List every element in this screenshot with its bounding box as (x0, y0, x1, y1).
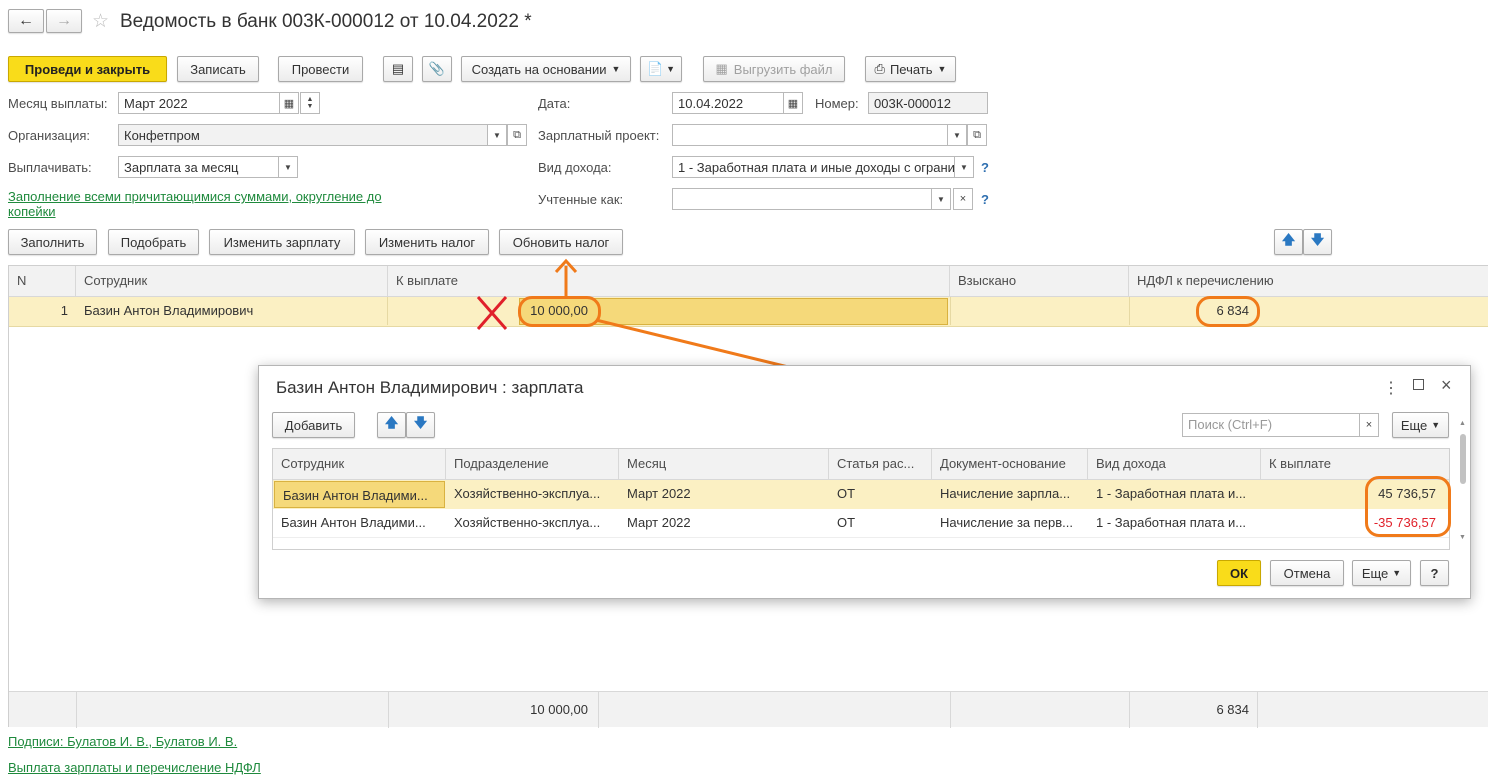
dialog-more-button[interactable]: Еще ▼ (1392, 412, 1449, 438)
dcol-employee[interactable]: Сотрудник (273, 449, 446, 479)
more-options-icon[interactable]: ⋮ (1383, 378, 1399, 398)
dropdown-arrow-icon: ▼ (1392, 568, 1402, 578)
drow-month: Март 2022 (627, 515, 691, 530)
dcol-department[interactable]: Подразделение (446, 449, 619, 479)
dialog-table-header: Сотрудник Подразделение Месяц Статья рас… (273, 449, 1449, 480)
dcol-month[interactable]: Месяц (619, 449, 829, 479)
dcol-pay[interactable]: К выплате (1261, 449, 1449, 479)
dialog-help-button[interactable]: ? (1420, 560, 1449, 586)
arrow-up-icon: 🡅 (384, 415, 399, 430)
close-icon[interactable]: × (1441, 375, 1452, 396)
arrow-down-icon: 🡇 (413, 415, 428, 430)
cancel-button[interactable]: Отмена (1270, 560, 1344, 586)
search-clear-button[interactable]: × (1359, 413, 1379, 437)
maximize-icon[interactable] (1413, 379, 1424, 390)
dcol-article[interactable]: Статья рас... (829, 449, 932, 479)
drow-income-type: 1 - Заработная плата и... (1096, 486, 1247, 501)
scroll-thumb[interactable] (1460, 434, 1466, 484)
drow-employee: Базин Антон Владими... (281, 515, 426, 530)
highlight-dialog-pay (1365, 476, 1451, 537)
close-icon: × (1365, 419, 1373, 431)
dialog-table: Сотрудник Подразделение Месяц Статья рас… (272, 448, 1450, 550)
ok-button[interactable]: ОК (1217, 560, 1261, 586)
highlight-ndfl (1196, 296, 1260, 327)
table-row[interactable]: Базин Антон Владими... Хозяйственно-эксп… (273, 480, 1449, 509)
dialog-search-input[interactable]: Поиск (Ctrl+F) (1182, 413, 1360, 437)
dropdown-arrow-icon: ▼ (1431, 420, 1441, 430)
drow-article: ОТ (837, 515, 856, 530)
drow-base-document: Начисление зарпла... (940, 486, 1071, 501)
drow-employee: Базин Антон Владими... (274, 481, 445, 508)
dcol-base-document[interactable]: Документ-основание (932, 449, 1088, 479)
drow-income-type: 1 - Заработная плата и... (1096, 515, 1247, 530)
drow-base-document: Начисление за перв... (940, 515, 1074, 530)
drow-department: Хозяйственно-эксплуа... (454, 515, 601, 530)
drow-article: ОТ (837, 486, 856, 501)
dialog-more2-button[interactable]: Еще ▼ (1352, 560, 1411, 586)
scroll-up-icon[interactable]: ▲ (1459, 420, 1466, 427)
drow-month: Март 2022 (627, 486, 691, 501)
dialog-scrollbar[interactable]: ▲ ▼ (1459, 420, 1467, 544)
highlight-pay (518, 296, 601, 327)
dialog-add-button[interactable]: Добавить (272, 412, 355, 438)
dialog-title: Базин Антон Владимирович : зарплата (276, 378, 584, 397)
dcol-income-type[interactable]: Вид дохода (1088, 449, 1261, 479)
dialog-move-up-button[interactable]: 🡅 (377, 412, 406, 438)
dialog-move-down-button[interactable]: 🡇 (406, 412, 435, 438)
salary-dialog: Базин Антон Владимирович : зарплата ⋮ × … (258, 365, 1471, 599)
scroll-down-icon[interactable]: ▼ (1459, 534, 1466, 541)
drow-department: Хозяйственно-эксплуа... (454, 486, 601, 501)
table-row[interactable]: Базин Антон Владими... Хозяйственно-эксп… (273, 509, 1449, 538)
